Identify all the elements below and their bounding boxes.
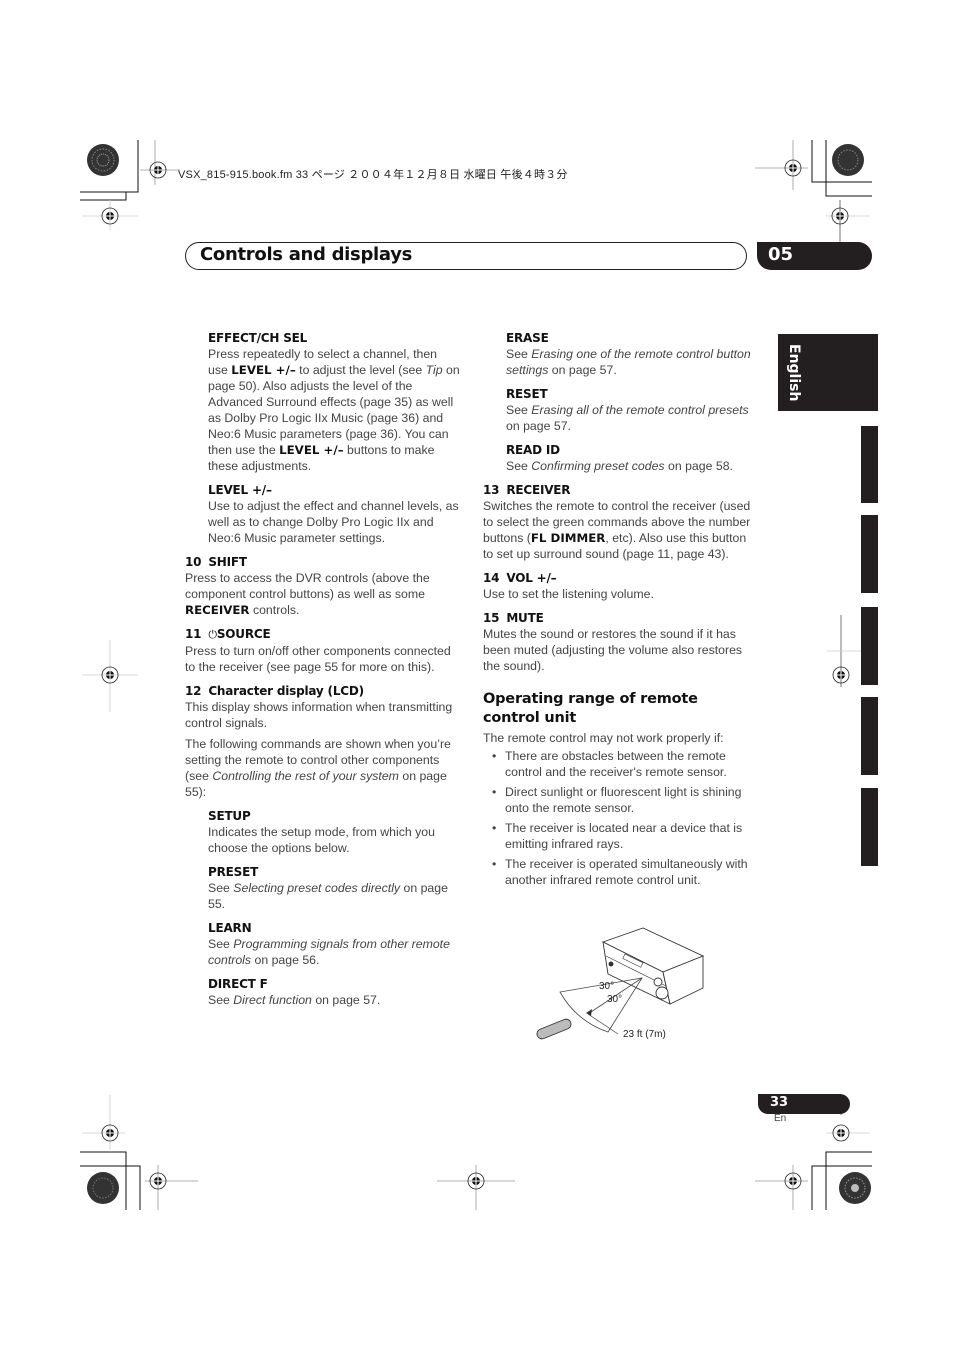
angle-label-2: 30° bbox=[607, 994, 622, 1005]
chapter-number: 05 bbox=[768, 244, 794, 265]
entry-direct-f: DIRECT F See Direct function on page 57. bbox=[185, 976, 460, 1008]
entry-text: Switches the remote to control the recei… bbox=[483, 499, 751, 561]
entry-title: SETUP bbox=[208, 809, 251, 823]
entry-text: See Selecting preset codes directly on p… bbox=[208, 881, 448, 911]
page-title: Controls and displays bbox=[200, 244, 413, 265]
section-heading: Operating range of remote control unit bbox=[483, 691, 698, 726]
power-icon: ⏻ bbox=[208, 628, 217, 641]
entry-effect-ch-sel: EFFECT/CH SEL Press repeatedly to select… bbox=[185, 330, 460, 474]
left-column: EFFECT/CH SEL Press repeatedly to select… bbox=[185, 330, 460, 1013]
entry-shift: 10 SHIFT Press to access the DVR controls… bbox=[185, 554, 460, 618]
section-intro: The remote control may not work properly… bbox=[483, 731, 724, 745]
entry-vol: 14 VOL +/– Use to set the listening volum… bbox=[483, 570, 758, 602]
entry-erase: ERASE See Erasing one of the remote cont… bbox=[483, 330, 758, 378]
section-marker bbox=[861, 697, 878, 775]
entry-title: 11 ⏻SOURCE bbox=[185, 627, 271, 641]
entry-preset: PRESET See Selecting preset codes direct… bbox=[185, 864, 460, 912]
page-number: 33 bbox=[770, 1095, 789, 1110]
entry-title: 14 VOL +/– bbox=[483, 571, 557, 585]
entry-read-id: READ ID See Confirming preset codes on p… bbox=[483, 442, 758, 474]
list-item: Direct sunlight or fluorescent light is … bbox=[492, 784, 758, 816]
printer-marks bbox=[80, 140, 872, 1210]
entry-text: Mutes the sound or restores the sound if… bbox=[483, 627, 743, 673]
entry-title: 12 Character display (LCD) bbox=[185, 684, 364, 698]
entry-text: Use to adjust the effect and channel lev… bbox=[208, 499, 459, 545]
starburst-mark-bottom-right bbox=[839, 1172, 871, 1204]
section-marker bbox=[861, 426, 878, 503]
remote-range-diagram: 30° 30° 23 ft (7m) bbox=[536, 927, 705, 1040]
entry-title: 10 SHIFT bbox=[185, 555, 247, 569]
entry-text: The following commands are shown when yo… bbox=[185, 737, 451, 799]
entry-title: 15 MUTE bbox=[483, 611, 544, 625]
entry-text: See Direct function on page 57. bbox=[208, 993, 381, 1007]
section-marker bbox=[861, 788, 878, 866]
entry-text: Press repeatedly to select a channel, th… bbox=[208, 347, 460, 473]
entry-title: LEARN bbox=[208, 921, 252, 935]
entry-text: See Programming signals from other remot… bbox=[208, 937, 450, 967]
remote-illustration bbox=[536, 1018, 572, 1040]
entry-title: ERASE bbox=[506, 331, 549, 345]
entry-text: See Erasing all of the remote control pr… bbox=[506, 403, 749, 433]
entry-source: 11 ⏻SOURCE Press to turn on/off other com… bbox=[185, 626, 460, 675]
list-item: There are obstacles between the remote c… bbox=[492, 748, 758, 780]
language-tab-label: English bbox=[786, 344, 802, 402]
entry-title: DIRECT F bbox=[208, 977, 268, 991]
distance-label: 23 ft (7m) bbox=[623, 1029, 666, 1040]
entry-title: EFFECT/CH SEL bbox=[208, 331, 308, 345]
entry-text: See Erasing one of the remote control bu… bbox=[506, 347, 751, 377]
entry-level: LEVEL +/– Use to adjust the effect and c… bbox=[185, 482, 460, 546]
file-slug: VSX_815-915.book.fm 33 ページ ２００４年１２月８日 水曜… bbox=[178, 169, 568, 181]
list-item: The receiver is operated simultaneously … bbox=[492, 856, 758, 888]
entry-title: 13 RECEIVER bbox=[483, 483, 571, 497]
starburst-mark-top-right bbox=[832, 144, 864, 176]
entry-title: PRESET bbox=[208, 865, 259, 879]
entry-lcd: 12 Character display (LCD) This display s… bbox=[185, 683, 460, 800]
list-item: The receiver is located near a device th… bbox=[492, 820, 758, 852]
receiver-illustration bbox=[601, 927, 705, 1005]
entry-title: LEVEL +/– bbox=[208, 483, 272, 497]
entry-text: This display shows information when tran… bbox=[185, 700, 453, 730]
angle-label-1: 30° bbox=[599, 981, 614, 992]
starburst-mark-bottom-left bbox=[87, 1172, 119, 1204]
right-column: ERASE See Erasing one of the remote cont… bbox=[483, 330, 758, 892]
entry-text: Indicates the setup mode, from which you… bbox=[208, 825, 435, 855]
conditions-list: There are obstacles between the remote c… bbox=[483, 748, 758, 888]
entry-text: Press to access the DVR controls (above … bbox=[185, 571, 430, 617]
section-marker bbox=[861, 515, 878, 593]
entry-title: READ ID bbox=[506, 443, 560, 457]
entry-setup: SETUP Indicates the setup mode, from whi… bbox=[185, 808, 460, 856]
entry-text: Use to set the listening volume. bbox=[483, 587, 654, 601]
entry-mute: 15 MUTE Mutes the sound or restores the s… bbox=[483, 610, 758, 674]
entry-text: Press to turn on/off other components co… bbox=[185, 644, 451, 674]
entry-reset: RESET See Erasing all of the remote cont… bbox=[483, 386, 758, 434]
page-language: En bbox=[774, 1113, 787, 1124]
starburst-mark-top-left bbox=[87, 144, 119, 176]
entry-text: See Confirming preset codes on page 58. bbox=[506, 459, 733, 473]
entry-receiver: 13 RECEIVER Switches the remote to contro… bbox=[483, 482, 758, 562]
entry-learn: LEARN See Programming signals from other… bbox=[185, 920, 460, 968]
entry-title: RESET bbox=[506, 387, 548, 401]
section-marker bbox=[861, 607, 878, 685]
